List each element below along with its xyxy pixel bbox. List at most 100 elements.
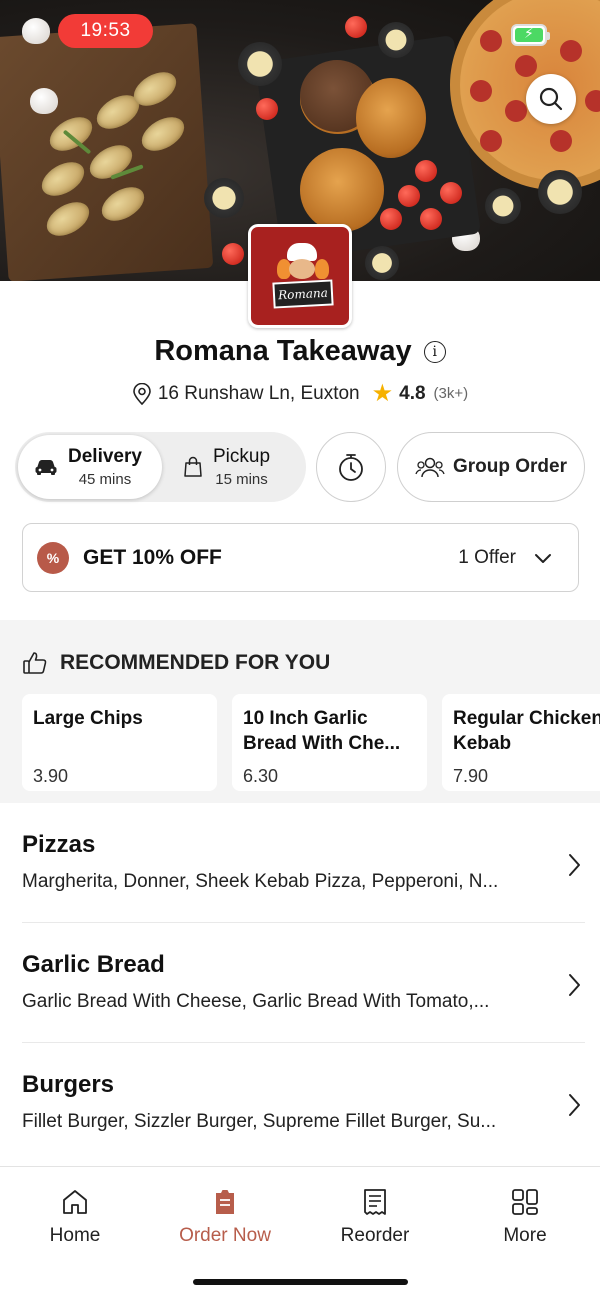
nav-home[interactable]: Home bbox=[0, 1187, 150, 1247]
car-icon bbox=[35, 460, 57, 475]
sauce-bowl bbox=[538, 170, 582, 214]
tomato bbox=[222, 243, 244, 265]
rating-value: 4.8 bbox=[399, 382, 426, 404]
delivery-option[interactable]: Delivery 45 mins bbox=[18, 435, 162, 499]
logo-flame bbox=[315, 259, 329, 279]
tomato bbox=[256, 98, 278, 120]
pepperoni bbox=[560, 40, 582, 62]
star-icon: ★ bbox=[371, 380, 394, 407]
recommended-title: RECOMMENDED FOR YOU bbox=[60, 651, 331, 674]
tomato bbox=[380, 208, 402, 230]
category-description: Garlic Bread With Cheese, Garlic Bread W… bbox=[22, 991, 490, 1012]
recommended-item-name: Large Chips bbox=[33, 708, 143, 729]
group-order-button[interactable]: Group Order bbox=[397, 432, 585, 502]
nav-home-label: Home bbox=[49, 1225, 101, 1246]
recommended-card[interactable]: Regular Chicken Kebab 7.90 bbox=[442, 694, 600, 791]
nav-order-now-label: Order Now bbox=[179, 1225, 271, 1246]
category-row[interactable]: Burgers Fillet Burger, Sizzler Burger, S… bbox=[22, 1043, 585, 1163]
group-order-label: Group Order bbox=[452, 456, 567, 477]
bottom-navigation: Home Order Now Reorder More bbox=[0, 1166, 600, 1298]
nav-more[interactable]: More bbox=[450, 1187, 600, 1247]
order-bag-icon bbox=[216, 1190, 234, 1214]
pepperoni bbox=[470, 80, 492, 102]
recommended-card[interactable]: Large Chips 3.90 bbox=[22, 694, 217, 791]
chevron-right-icon bbox=[569, 974, 580, 996]
sauce-bowl bbox=[204, 178, 244, 218]
rating-count: (3k+) bbox=[433, 385, 469, 402]
category-title: Garlic Bread bbox=[22, 951, 165, 978]
category-row[interactable]: Garlic Bread Garlic Bread With Cheese, G… bbox=[22, 923, 585, 1043]
pepperoni bbox=[480, 30, 502, 52]
category-title: Burgers bbox=[22, 1071, 115, 1098]
home-indicator[interactable] bbox=[193, 1279, 408, 1285]
restaurant-name: Romana Takeaway bbox=[154, 335, 412, 367]
recommended-section: RECOMMENDED FOR YOU Large Chips 3.90 10 … bbox=[0, 620, 600, 803]
sauce-bowl bbox=[378, 22, 414, 58]
tomato bbox=[345, 16, 367, 38]
thumbs-up-icon bbox=[23, 652, 47, 674]
tomato bbox=[420, 208, 442, 230]
chevron-right-icon bbox=[569, 854, 580, 876]
address-row: 16 Runshaw Ln, Euxton ★ 4.8 (3k+) bbox=[0, 379, 600, 408]
category-row[interactable]: Pizzas Margherita, Donner, Sheek Kebab P… bbox=[22, 803, 585, 923]
schedule-button[interactable] bbox=[316, 432, 386, 502]
garlic-bulb bbox=[22, 18, 50, 44]
logo-sign: Romana bbox=[272, 279, 334, 309]
category-title: Pizzas bbox=[22, 831, 96, 858]
sauce-bowl bbox=[365, 246, 399, 280]
search-button[interactable] bbox=[526, 74, 576, 124]
tomato bbox=[440, 182, 462, 204]
delivery-pickup-toggle: Delivery 45 mins Pickup 15 mins bbox=[15, 432, 306, 502]
sauce-bowl bbox=[485, 188, 521, 224]
recommended-heading: RECOMMENDED FOR YOU bbox=[22, 650, 330, 676]
location-pin-icon bbox=[133, 382, 151, 405]
offer-count: 1 Offer bbox=[458, 546, 516, 568]
recommended-card[interactable]: 10 Inch Garlic Bread With Che... 6.30 bbox=[232, 694, 427, 791]
restaurant-title-row: Romana Takeaway i bbox=[0, 335, 600, 368]
receipt-icon bbox=[364, 1189, 386, 1215]
recommended-item-name: 10 Inch Garlic Bread With Che... bbox=[243, 708, 401, 754]
nav-reorder-label: Reorder bbox=[340, 1225, 410, 1246]
recommended-item-name: Regular Chicken Kebab bbox=[453, 708, 600, 754]
stopwatch-icon bbox=[339, 454, 363, 481]
home-icon bbox=[63, 1190, 87, 1214]
recommended-item-price: 3.90 bbox=[33, 766, 69, 786]
group-icon bbox=[415, 457, 445, 478]
pickup-option[interactable]: Pickup 15 mins bbox=[183, 435, 303, 499]
category-description: Fillet Burger, Sizzler Burger, Supreme F… bbox=[22, 1111, 497, 1132]
status-time: 19:53 bbox=[58, 14, 153, 48]
search-icon bbox=[539, 87, 563, 111]
pepperoni bbox=[550, 130, 572, 152]
category-description: Margherita, Donner, Sheek Kebab Pizza, P… bbox=[22, 871, 499, 892]
sauce-bowl bbox=[238, 42, 282, 86]
nav-order-now[interactable]: Order Now bbox=[150, 1187, 300, 1247]
shopping-bag-icon bbox=[184, 456, 202, 477]
pepperoni bbox=[480, 130, 502, 152]
recommended-item-price: 7.90 bbox=[453, 766, 489, 786]
tomato bbox=[398, 185, 420, 207]
chevron-right-icon bbox=[569, 1094, 580, 1116]
garlic-bulb bbox=[30, 88, 58, 114]
pickup-label: Pickup bbox=[213, 446, 271, 467]
burger-bun bbox=[356, 78, 426, 158]
pepperoni bbox=[505, 100, 527, 122]
pepperoni bbox=[585, 90, 600, 112]
pickup-time: 15 mins bbox=[215, 471, 268, 488]
restaurant-address: 16 Runshaw Ln, Euxton bbox=[157, 382, 360, 404]
burger-bun bbox=[300, 148, 384, 232]
chevron-down-icon bbox=[535, 553, 551, 563]
battery-charging-icon bbox=[511, 24, 550, 46]
delivery-label: Delivery bbox=[68, 446, 142, 467]
info-icon[interactable]: i bbox=[423, 340, 446, 363]
discount-badge-icon: % bbox=[37, 541, 69, 574]
restaurant-logo: Romana bbox=[248, 224, 352, 328]
offer-title: GET 10% OFF bbox=[83, 545, 222, 569]
nav-more-label: More bbox=[503, 1225, 547, 1246]
pepperoni bbox=[515, 55, 537, 77]
nav-reorder[interactable]: Reorder bbox=[300, 1187, 450, 1247]
grid-icon bbox=[512, 1189, 538, 1215]
delivery-time: 45 mins bbox=[78, 471, 132, 488]
recommended-item-price: 6.30 bbox=[243, 766, 279, 786]
logo-chef-face bbox=[289, 259, 315, 279]
offer-banner[interactable]: % GET 10% OFF 1 Offer bbox=[22, 523, 579, 592]
